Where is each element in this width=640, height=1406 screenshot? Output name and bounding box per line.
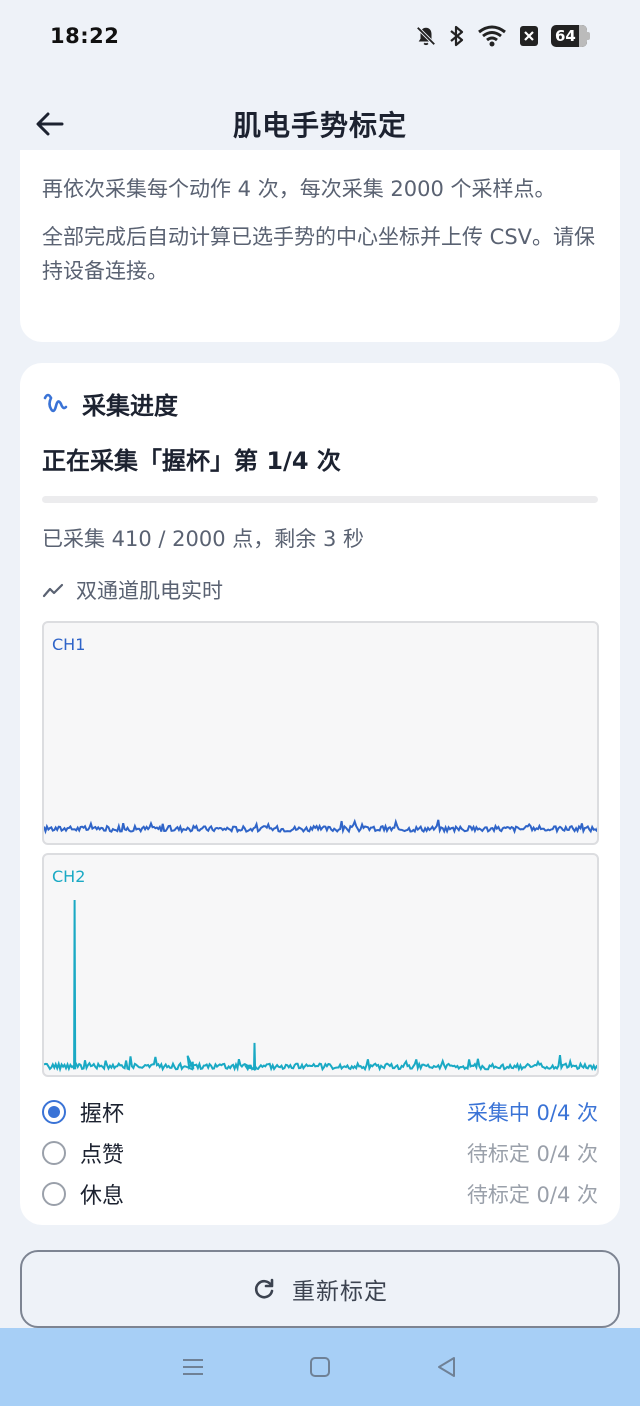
squiggle-icon: [43, 393, 68, 413]
gesture-name: 休息: [80, 1183, 125, 1209]
recalibrate-button[interactable]: 重新标定: [20, 1250, 620, 1328]
gesture-row-grip-cup[interactable]: 握杯 采集中 0/4 次: [42, 1091, 598, 1132]
home-square-icon: [309, 1357, 330, 1377]
back-triangle-icon: [437, 1357, 455, 1377]
ch2-plot: [44, 899, 597, 1073]
radio-selected-icon[interactable]: [42, 1099, 66, 1124]
bell-off-icon: [416, 26, 436, 46]
battery-level: 64: [555, 27, 576, 45]
radio-unselected-icon[interactable]: [42, 1140, 66, 1165]
arrow-left-icon: [36, 112, 64, 136]
wifi-icon: [478, 25, 506, 47]
status-icons: 64: [415, 24, 590, 48]
collection-status: 正在采集「握杯」第 1/4 次: [42, 447, 341, 475]
status-bar: 18:22 64: [0, 0, 640, 72]
nav-home-button[interactable]: [295, 1342, 345, 1392]
gesture-name: 握杯: [80, 1101, 125, 1127]
gesture-name: 点赞: [80, 1142, 125, 1168]
battery-icon: 64: [551, 25, 590, 47]
ch2-chart: CH2: [42, 853, 599, 1077]
trending-icon: [42, 583, 64, 598]
page-title: 肌电手势标定: [232, 109, 407, 142]
menu-icon: [183, 1359, 204, 1375]
gesture-list: 握杯 采集中 0/4 次 点赞 待标定 0/4 次 休息 待标定 0/4 次: [42, 1091, 598, 1214]
progress-section-header: 采集进度: [42, 385, 598, 421]
ch1-chart: CH1: [42, 621, 599, 845]
bluetooth-icon: [450, 25, 464, 47]
gesture-status: 待标定 0/4 次: [466, 1182, 598, 1207]
chart-header: 双通道肌电实时: [42, 575, 598, 605]
chart-title: 双通道肌电实时: [76, 579, 223, 603]
gesture-row-thumbs-up[interactable]: 点赞 待标定 0/4 次: [42, 1132, 598, 1173]
intro-card: 再依次采集每个动作 4 次，每次采集 2000 个采样点。 全部完成后自动计算已…: [20, 150, 620, 342]
recalibrate-label: 重新标定: [292, 1279, 388, 1305]
sample-count: 已采集 410 / 2000 点，剩余 3 秒: [42, 527, 365, 551]
nav-menu-button[interactable]: [168, 1342, 218, 1392]
ch2-trace-line: [44, 899, 597, 1073]
progress-bar: [42, 496, 598, 503]
progress-card: 采集进度 正在采集「握杯」第 1/4 次 已采集 410 / 2000 点，剩余…: [20, 363, 620, 1225]
sim-x-icon: [520, 26, 538, 46]
gesture-status: 采集中 0/4 次: [466, 1100, 598, 1125]
intro-paragraph-2: 全部完成后自动计算已选手势的中心坐标并上传 CSV。请保持设备连接。: [42, 225, 596, 283]
ch1-trace-line: [44, 818, 597, 835]
progress-section-title: 采集进度: [82, 391, 178, 420]
back-button[interactable]: [30, 104, 70, 144]
status-time: 18:22: [50, 24, 120, 48]
radio-unselected-icon[interactable]: [42, 1181, 66, 1206]
refresh-icon: [254, 1278, 274, 1299]
nav-back-button[interactable]: [422, 1342, 472, 1392]
gesture-status: 待标定 0/4 次: [466, 1141, 598, 1166]
system-nav-bar: [0, 1328, 640, 1406]
gesture-row-rest[interactable]: 休息 待标定 0/4 次: [42, 1173, 598, 1214]
intro-paragraph-1: 再依次采集每个动作 4 次，每次采集 2000 个采样点。: [42, 177, 556, 201]
ch1-plot: [44, 818, 597, 835]
